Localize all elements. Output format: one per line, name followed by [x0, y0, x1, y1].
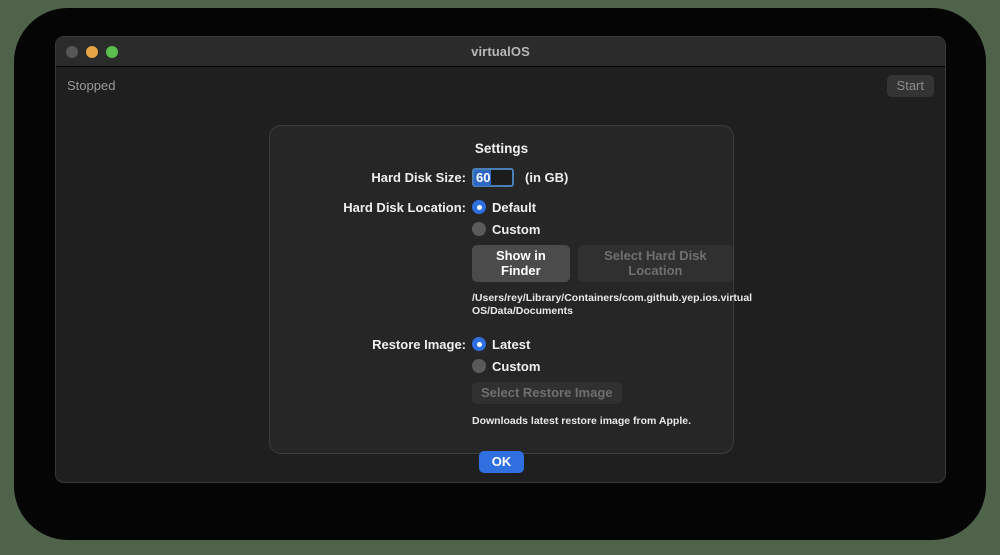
window-titlebar: virtualOS: [56, 37, 945, 67]
hard-disk-size-label: Hard Disk Size:: [371, 170, 466, 185]
traffic-light-group: [56, 45, 118, 58]
radio-label-default: Default: [492, 199, 537, 215]
settings-dialog: Settings Hard Disk Size: 60 (in GB) Hard…: [269, 125, 752, 473]
radio-label-restore-custom: Custom: [492, 358, 541, 374]
radio-label-latest: Latest: [492, 336, 531, 352]
dialog-footer: OK: [270, 451, 733, 473]
radio-selected-icon: [472, 200, 486, 214]
radio-unselected-icon: [472, 359, 486, 373]
restore-image-radio-latest[interactable]: Latest: [472, 334, 530, 354]
show-in-finder-button[interactable]: Show in Finder: [472, 245, 570, 282]
close-window-button[interactable]: [66, 45, 78, 58]
maximize-window-button[interactable]: [106, 45, 118, 58]
minimize-window-button[interactable]: [86, 45, 98, 58]
restore-image-radio-custom[interactable]: Custom: [472, 356, 733, 376]
restore-image-buttons: Select Restore Image: [472, 382, 733, 404]
radio-label-custom: Custom: [492, 221, 541, 237]
restore-image-label: Restore Image:: [372, 336, 466, 352]
hard-disk-location-radio-custom[interactable]: Custom: [472, 219, 733, 239]
restore-image-hint: Downloads latest restore image from Appl…: [472, 415, 691, 427]
radio-unselected-icon: [472, 222, 486, 236]
vm-status-text: Stopped: [67, 78, 116, 93]
radio-selected-icon: [472, 337, 486, 351]
window-title: virtualOS: [471, 44, 530, 59]
hard-disk-location-buttons: Show in Finder Select Hard Disk Location: [472, 245, 733, 282]
select-hard-disk-location-button[interactable]: Select Hard Disk Location: [577, 245, 733, 282]
app-window: virtualOS Stopped Start Settings Hard Di…: [55, 36, 946, 483]
restore-image-row: Restore Image: Latest: [270, 334, 733, 354]
hard-disk-size-row: Hard Disk Size: 60 (in GB): [270, 168, 733, 187]
select-restore-image-button[interactable]: Select Restore Image: [472, 382, 622, 404]
hard-disk-location-label: Hard Disk Location:: [343, 199, 466, 215]
hard-disk-size-unit: (in GB): [525, 170, 569, 185]
hard-disk-size-input[interactable]: 60: [472, 168, 514, 187]
settings-dialog-title: Settings: [474, 141, 529, 156]
hard-disk-location-radio-default[interactable]: Default: [472, 197, 536, 217]
window-content: Stopped Start Settings Hard Disk Size: 6…: [56, 67, 945, 481]
hard-disk-location-row: Hard Disk Location: Default: [270, 197, 733, 217]
start-button[interactable]: Start: [886, 75, 934, 97]
hard-disk-path-text: /Users/rey/Library/Containers/com.github…: [472, 292, 753, 317]
ok-button[interactable]: OK: [478, 451, 525, 473]
hard-disk-size-value: 60: [474, 169, 492, 186]
